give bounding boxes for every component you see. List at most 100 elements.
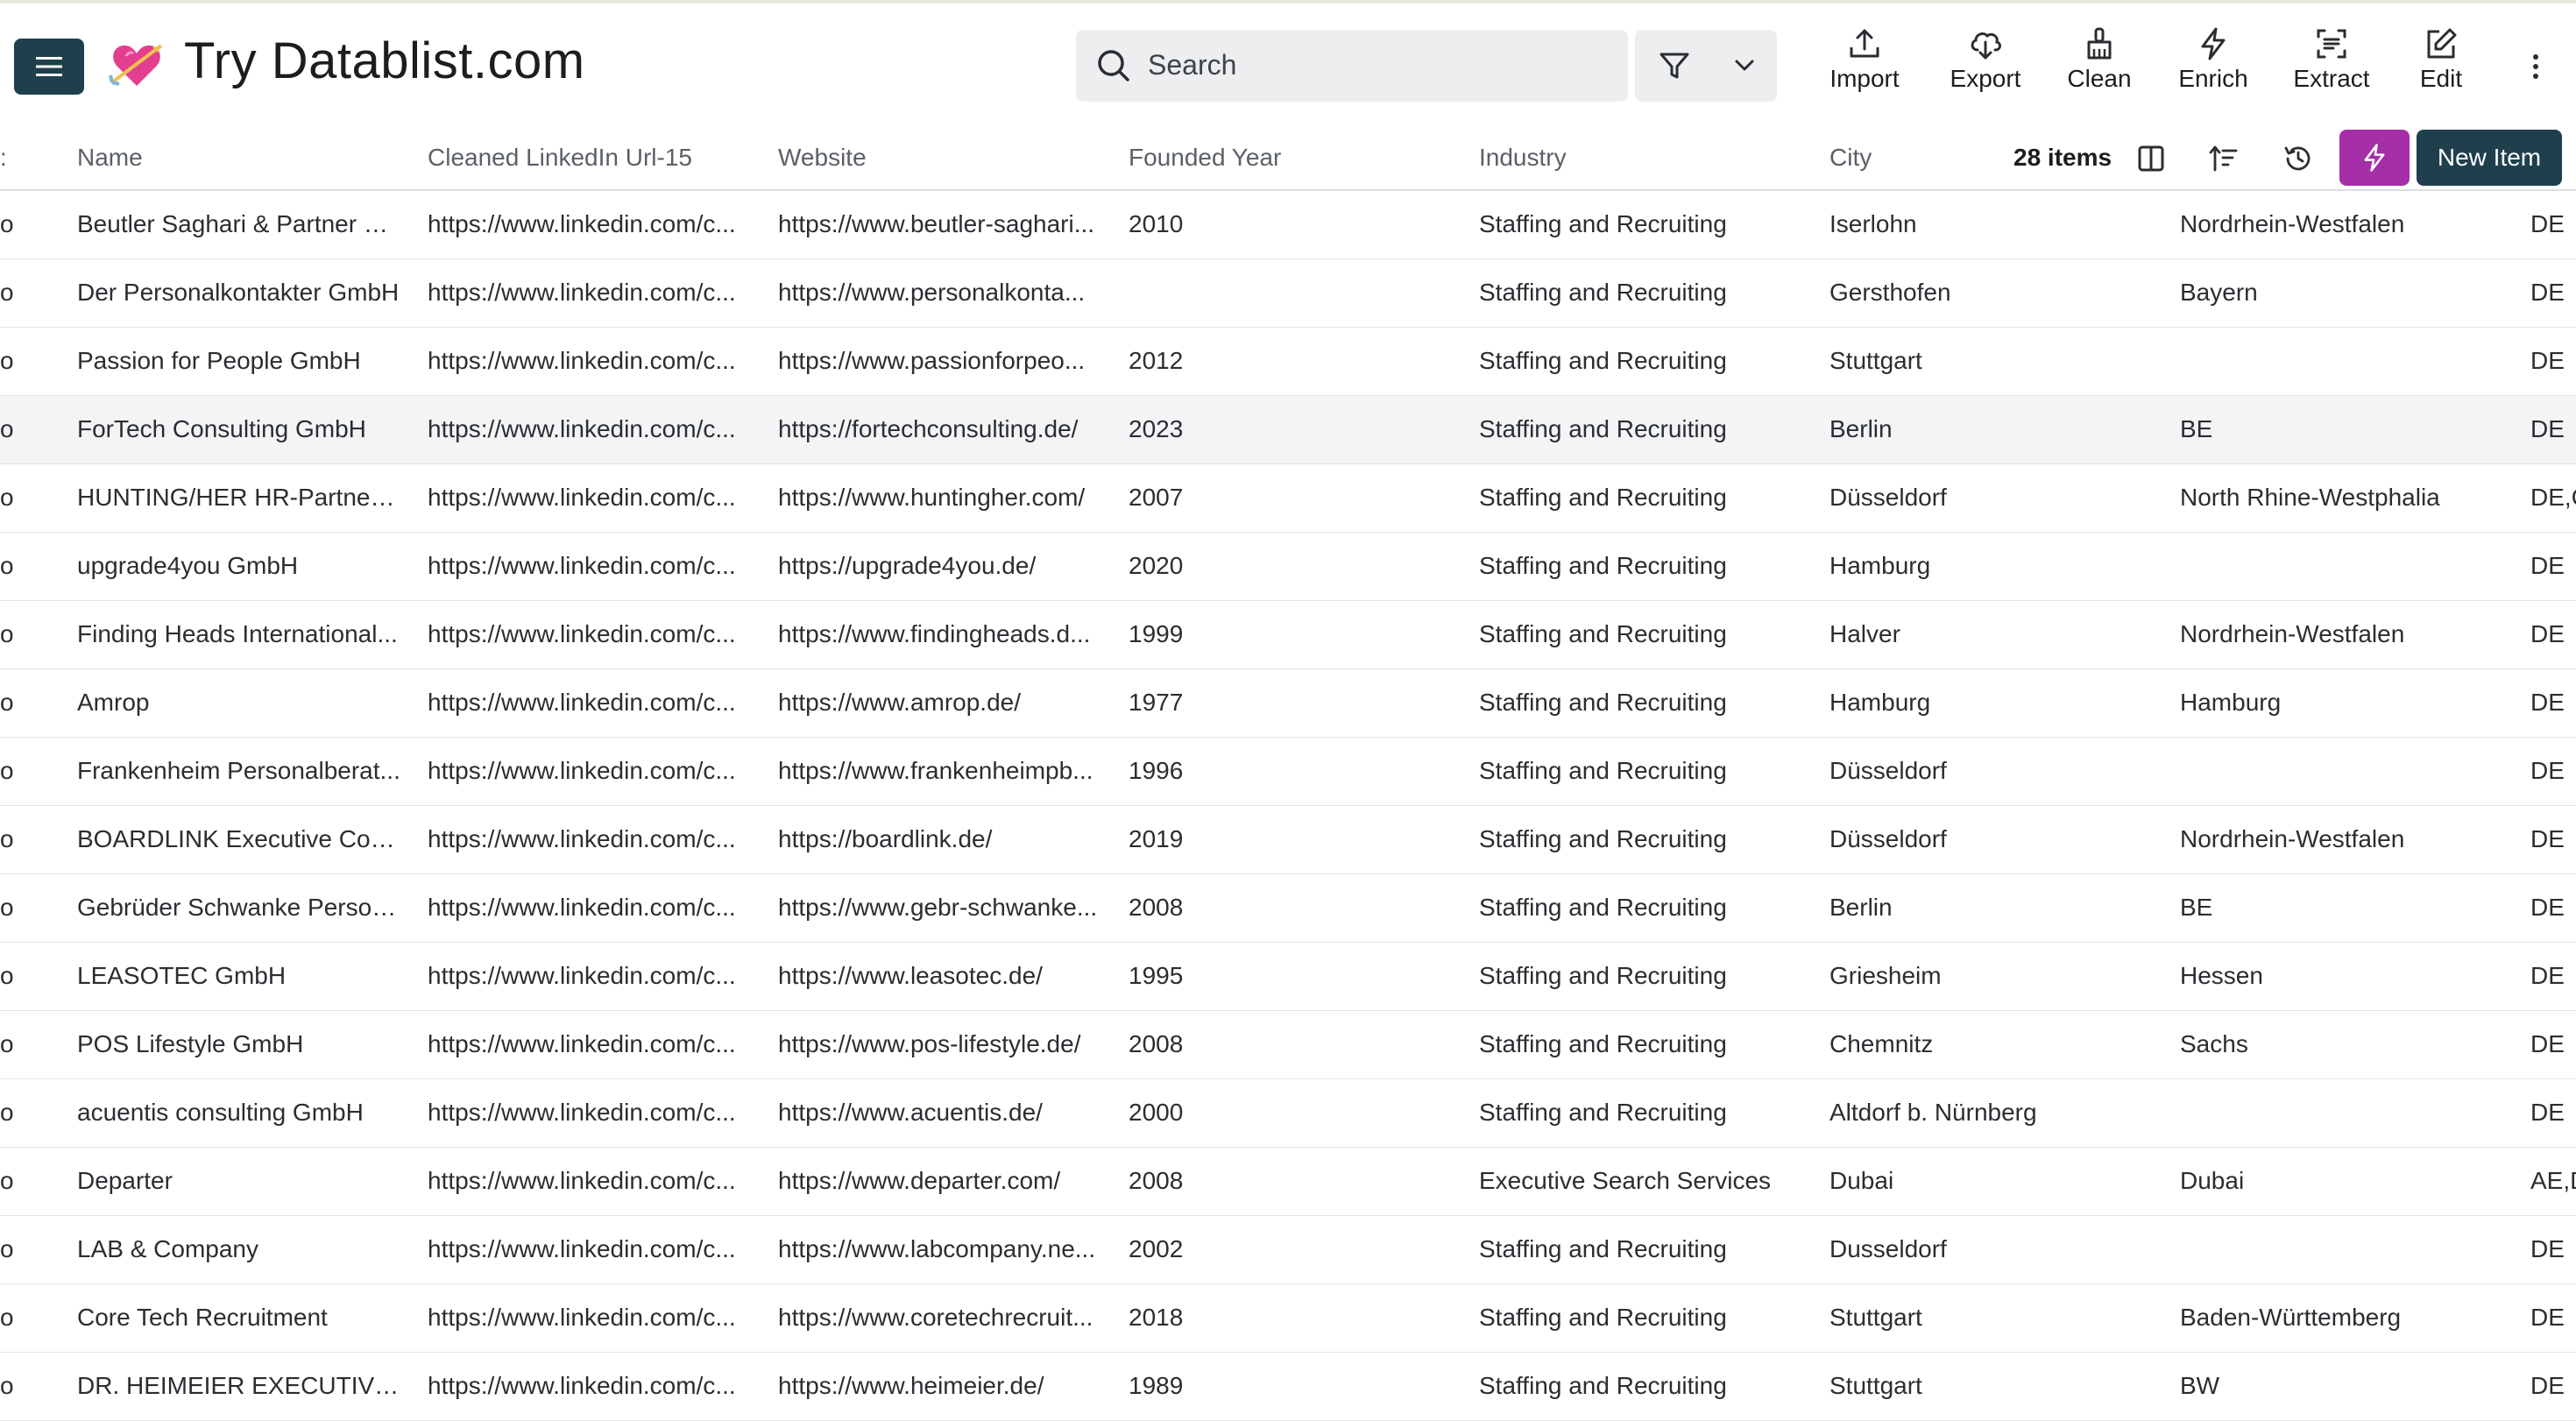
- linkedin-url-cell[interactable]: https://www.linkedin.com/c...: [428, 484, 752, 512]
- row-stub-cell[interactable]: o: [0, 347, 26, 375]
- row-stub-cell[interactable]: o: [0, 689, 26, 717]
- table-row[interactable]: o Gebrüder Schwanke Person... https://www.…: [0, 874, 2576, 943]
- city-cell[interactable]: Hamburg: [1829, 552, 2162, 580]
- founded-year-cell[interactable]: 2023: [1129, 415, 1391, 443]
- company-name-cell[interactable]: Core Tech Recruitment: [77, 1304, 401, 1332]
- industry-cell[interactable]: Staffing and Recruiting: [1479, 1099, 1821, 1127]
- founded-year-cell[interactable]: 1977: [1129, 689, 1391, 717]
- founded-year-cell[interactable]: 2012: [1129, 347, 1391, 375]
- table-row[interactable]: o POS Lifestyle GmbH https://www.linkedin.…: [0, 1011, 2576, 1079]
- column-header-city[interactable]: City: [1829, 144, 1872, 172]
- website-cell[interactable]: https://upgrade4you.de/: [778, 552, 1102, 580]
- city-cell[interactable]: Chemnitz: [1829, 1030, 2162, 1058]
- company-name-cell[interactable]: Der Personalkontakter GmbH: [77, 279, 401, 307]
- industry-cell[interactable]: Executive Search Services: [1479, 1167, 1821, 1195]
- table-row[interactable]: o Der Personalkontakter GmbH https://www.l…: [0, 259, 2576, 328]
- table-row[interactable]: o BOARDLINK Executive Cons... https://www.…: [0, 806, 2576, 874]
- website-cell[interactable]: https://www.labcompany.ne...: [778, 1235, 1102, 1263]
- row-stub-cell[interactable]: o: [0, 1304, 26, 1332]
- region-cell[interactable]: Sachs: [2180, 1030, 2530, 1058]
- country-cell[interactable]: DE,C: [2530, 484, 2576, 512]
- row-stub-cell[interactable]: o: [0, 1167, 26, 1195]
- website-cell[interactable]: https://www.departer.com/: [778, 1167, 1102, 1195]
- region-cell[interactable]: Nordrhein-Westfalen: [2180, 620, 2530, 648]
- table-row[interactable]: o Departer https://www.linkedin.com/c... ht…: [0, 1148, 2576, 1216]
- industry-cell[interactable]: Staffing and Recruiting: [1479, 894, 1821, 922]
- industry-cell[interactable]: Staffing and Recruiting: [1479, 347, 1821, 375]
- founded-year-cell[interactable]: 1999: [1129, 620, 1391, 648]
- table-row[interactable]: o Amrop https://www.linkedin.com/c... https…: [0, 669, 2576, 738]
- industry-cell[interactable]: Staffing and Recruiting: [1479, 552, 1821, 580]
- region-cell[interactable]: BW: [2180, 1372, 2530, 1400]
- website-cell[interactable]: https://www.beutler-saghari...: [778, 210, 1102, 238]
- city-cell[interactable]: Dubai: [1829, 1167, 2162, 1195]
- more-vertical-icon[interactable]: [2518, 49, 2553, 84]
- row-stub-cell[interactable]: o: [0, 279, 26, 307]
- menu-button[interactable]: [14, 39, 84, 95]
- founded-year-cell[interactable]: 2019: [1129, 825, 1391, 853]
- table-row[interactable]: o Passion for People GmbH https://www.link…: [0, 328, 2576, 396]
- industry-cell[interactable]: Staffing and Recruiting: [1479, 484, 1821, 512]
- company-name-cell[interactable]: DR. HEIMEIER EXECUTIVE S...: [77, 1372, 401, 1400]
- table-row[interactable]: o Core Tech Recruitment https://www.linked…: [0, 1284, 2576, 1353]
- city-cell[interactable]: Hamburg: [1829, 689, 2162, 717]
- website-cell[interactable]: https://www.gebr-schwanke...: [778, 894, 1102, 922]
- linkedin-url-cell[interactable]: https://www.linkedin.com/c...: [428, 1235, 752, 1263]
- table-row[interactable]: o LEASOTEC GmbH https://www.linkedin.com/c…: [0, 943, 2576, 1011]
- linkedin-url-cell[interactable]: https://www.linkedin.com/c...: [428, 689, 752, 717]
- industry-cell[interactable]: Staffing and Recruiting: [1479, 210, 1821, 238]
- website-cell[interactable]: https://www.huntingher.com/: [778, 484, 1102, 512]
- city-cell[interactable]: Gersthofen: [1829, 279, 2162, 307]
- filter-button[interactable]: [1635, 30, 1777, 102]
- company-name-cell[interactable]: Gebrüder Schwanke Person...: [77, 894, 401, 922]
- row-stub-cell[interactable]: o: [0, 757, 26, 785]
- chevron-down-icon[interactable]: [1728, 49, 1761, 82]
- city-cell[interactable]: Berlin: [1829, 894, 2162, 922]
- country-cell[interactable]: DE: [2530, 620, 2576, 648]
- table-row[interactable]: o HUNTING/HER HR-Partners... https://www.l…: [0, 464, 2576, 533]
- company-name-cell[interactable]: upgrade4you GmbH: [77, 552, 401, 580]
- founded-year-cell[interactable]: 2020: [1129, 552, 1391, 580]
- website-cell[interactable]: https://www.acuentis.de/: [778, 1099, 1102, 1127]
- region-cell[interactable]: North Rhine-Westphalia: [2180, 484, 2530, 512]
- row-stub-cell[interactable]: o: [0, 484, 26, 512]
- city-cell[interactable]: Stuttgart: [1829, 347, 2162, 375]
- new-item-button[interactable]: New Item: [2417, 130, 2562, 186]
- table-row[interactable]: o Finding Heads International... https://w…: [0, 601, 2576, 669]
- country-cell[interactable]: DE: [2530, 1030, 2576, 1058]
- city-cell[interactable]: Stuttgart: [1829, 1304, 2162, 1332]
- sort-icon[interactable]: [2206, 142, 2240, 175]
- founded-year-cell[interactable]: 2000: [1129, 1099, 1391, 1127]
- founded-year-cell[interactable]: 1996: [1129, 757, 1391, 785]
- city-cell[interactable]: Iserlohn: [1829, 210, 2162, 238]
- website-cell[interactable]: https://www.coretechrecruit...: [778, 1304, 1102, 1332]
- extract-button[interactable]: Extract: [2285, 26, 2378, 107]
- country-cell[interactable]: DE: [2530, 279, 2576, 307]
- website-cell[interactable]: https://www.personalkonta...: [778, 279, 1102, 307]
- row-stub-cell[interactable]: o: [0, 1099, 26, 1127]
- table-row[interactable]: o Beutler Saghari & Partner G... https://w…: [0, 191, 2576, 259]
- company-name-cell[interactable]: LEASOTEC GmbH: [77, 962, 401, 990]
- company-name-cell[interactable]: HUNTING/HER HR-Partners...: [77, 484, 401, 512]
- row-stub-cell[interactable]: o: [0, 1030, 26, 1058]
- country-cell[interactable]: DE: [2530, 347, 2576, 375]
- enrich-button[interactable]: Enrich: [2173, 26, 2254, 107]
- founded-year-cell[interactable]: 2008: [1129, 894, 1391, 922]
- table-row[interactable]: o acuentis consulting GmbH https://www.lin…: [0, 1079, 2576, 1148]
- linkedin-url-cell[interactable]: https://www.linkedin.com/c...: [428, 962, 752, 990]
- row-stub-cell[interactable]: o: [0, 825, 26, 853]
- website-cell[interactable]: https://www.passionforpeo...: [778, 347, 1102, 375]
- founded-year-cell[interactable]: 2008: [1129, 1030, 1391, 1058]
- website-cell[interactable]: https://www.leasotec.de/: [778, 962, 1102, 990]
- country-cell[interactable]: DE: [2530, 210, 2576, 238]
- linkedin-url-cell[interactable]: https://www.linkedin.com/c...: [428, 1304, 752, 1332]
- table-row[interactable]: o DR. HEIMEIER EXECUTIVE S... https://www.…: [0, 1353, 2576, 1421]
- table-row[interactable]: o upgrade4you GmbH https://www.linkedin.co…: [0, 533, 2576, 601]
- column-header-founded-year[interactable]: Founded Year: [1129, 144, 1281, 172]
- founded-year-cell[interactable]: 2007: [1129, 484, 1391, 512]
- linkedin-url-cell[interactable]: https://www.linkedin.com/c...: [428, 415, 752, 443]
- column-header-industry[interactable]: Industry: [1479, 144, 1567, 172]
- country-cell[interactable]: DE: [2530, 1304, 2576, 1332]
- city-cell[interactable]: Griesheim: [1829, 962, 2162, 990]
- company-name-cell[interactable]: POS Lifestyle GmbH: [77, 1030, 401, 1058]
